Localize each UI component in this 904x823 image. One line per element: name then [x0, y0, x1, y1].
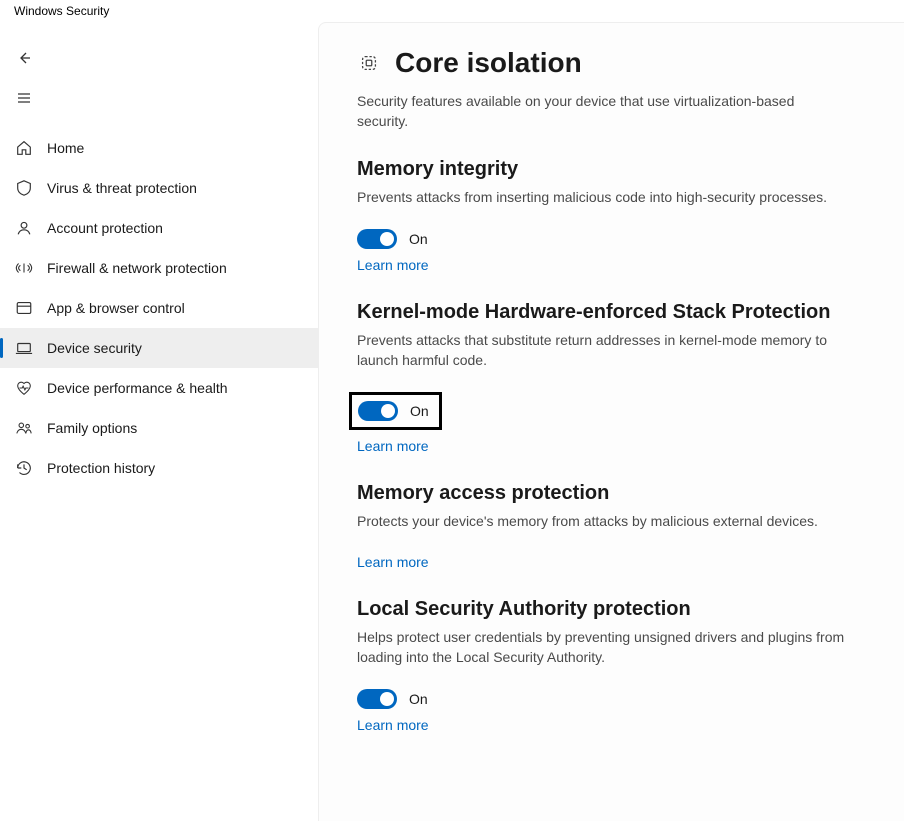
section-desc: Helps protect user credentials by preven… [357, 627, 847, 668]
section-memory-integrity: Memory integrity Prevents attacks from i… [357, 158, 847, 273]
sidebar-item-label: Home [47, 140, 84, 156]
sidebar-item-label: Firewall & network protection [47, 260, 227, 276]
section-desc: Prevents attacks from inserting maliciou… [357, 187, 847, 207]
sidebar-item-account-protection[interactable]: Account protection [0, 208, 318, 248]
person-icon [14, 218, 34, 238]
section-memory-access: Memory access protection Protects your d… [357, 482, 847, 569]
sidebar-item-label: Protection history [47, 460, 155, 476]
main-content: Core isolation Security features availab… [318, 22, 904, 821]
section-desc: Protects your device's memory from attac… [357, 511, 847, 531]
laptop-icon [14, 338, 34, 358]
sidebar-item-virus-threat[interactable]: Virus & threat protection [0, 168, 318, 208]
sidebar-item-protection-history[interactable]: Protection history [0, 448, 318, 488]
section-kmhsp: Kernel-mode Hardware-enforced Stack Prot… [357, 301, 847, 455]
sidebar-item-label: Device security [47, 340, 142, 356]
hamburger-icon [16, 90, 32, 106]
page-title: Core isolation [395, 47, 582, 79]
home-icon [14, 138, 34, 158]
sidebar-item-label: App & browser control [47, 300, 185, 316]
learn-more-link[interactable]: Learn more [357, 438, 429, 454]
window-title: Windows Security [0, 0, 904, 22]
section-title: Local Security Authority protection [357, 598, 847, 621]
sidebar-item-label: Virus & threat protection [47, 180, 197, 196]
learn-more-link[interactable]: Learn more [357, 257, 429, 273]
sidebar-item-label: Account protection [47, 220, 163, 236]
learn-more-link[interactable]: Learn more [357, 554, 429, 570]
shield-icon [14, 178, 34, 198]
sidebar-item-firewall[interactable]: Firewall & network protection [0, 248, 318, 288]
sidebar-item-device-security[interactable]: Device security [0, 328, 318, 368]
hamburger-button[interactable] [6, 80, 42, 116]
sidebar: Home Virus & threat protection Account p… [0, 22, 318, 821]
chip-icon [357, 51, 381, 75]
sidebar-item-label: Device performance & health [47, 380, 228, 396]
section-title: Memory integrity [357, 158, 847, 181]
browser-icon [14, 298, 34, 318]
kmhsp-toggle[interactable] [358, 401, 398, 421]
sidebar-item-family-options[interactable]: Family options [0, 408, 318, 448]
highlighted-toggle-box: On [349, 392, 442, 430]
section-desc: Prevents attacks that substitute return … [357, 330, 847, 371]
section-lsa: Local Security Authority protection Help… [357, 598, 847, 734]
sidebar-item-performance-health[interactable]: Device performance & health [0, 368, 318, 408]
lsa-toggle[interactable] [357, 689, 397, 709]
sidebar-item-home[interactable]: Home [0, 128, 318, 168]
toggle-state-label: On [409, 691, 428, 707]
section-title: Memory access protection [357, 482, 847, 505]
page-subtitle: Security features available on your devi… [357, 91, 847, 132]
arrow-left-icon [16, 50, 32, 66]
memory-integrity-toggle[interactable] [357, 229, 397, 249]
history-icon [14, 458, 34, 478]
sidebar-item-app-browser[interactable]: App & browser control [0, 288, 318, 328]
learn-more-link[interactable]: Learn more [357, 717, 429, 733]
toggle-state-label: On [410, 403, 429, 419]
people-icon [14, 418, 34, 438]
sidebar-item-label: Family options [47, 420, 137, 436]
section-title: Kernel-mode Hardware-enforced Stack Prot… [357, 301, 847, 324]
back-button[interactable] [6, 40, 42, 76]
heart-pulse-icon [14, 378, 34, 398]
network-icon [14, 258, 34, 278]
toggle-state-label: On [409, 231, 428, 247]
